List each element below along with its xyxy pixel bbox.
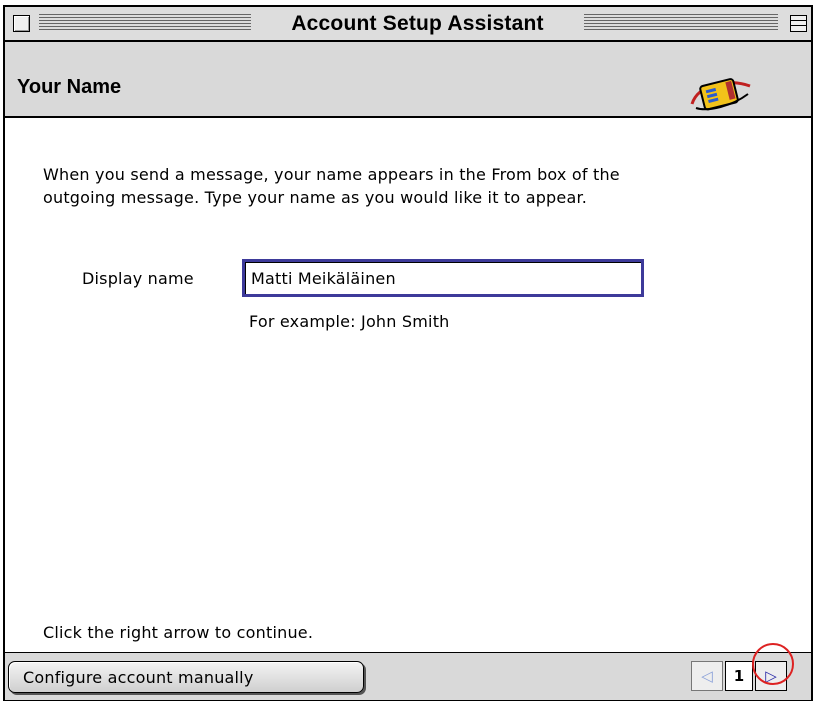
mail-envelope-logo-icon [690,78,751,111]
continue-hint: Click the right arrow to continue. [43,623,314,642]
page-number: 1 [725,661,753,691]
intro-line-1: When you send a message, your name appea… [43,165,620,184]
footer-bar: Configure account manually ◁ 1 ▷ [5,652,811,700]
title-bar[interactable]: Account Setup Assistant [5,7,811,42]
highlight-ring [752,643,794,685]
intro-text: When you send a message, your name appea… [43,163,783,209]
account-setup-window: Account Setup Assistant Your Name When y… [3,5,813,701]
display-name-input[interactable] [242,259,644,297]
title-bar-stripes-left [39,14,251,32]
configure-account-manually-button[interactable]: Configure account manually [8,661,364,693]
intro-line-2: outgoing message. Type your name as you … [43,188,588,207]
collapse-box-icon[interactable] [790,15,807,32]
title-bar-stripes-right [584,14,778,32]
page-header: Your Name [5,42,811,118]
example-hint: For example: John Smith [249,312,450,331]
page-title: Your Name [17,76,122,98]
window-title: Account Setup Assistant [291,12,544,35]
previous-arrow-icon[interactable]: ◁ [691,661,723,691]
display-name-label: Display name [82,269,194,288]
close-box-icon[interactable] [13,15,30,32]
